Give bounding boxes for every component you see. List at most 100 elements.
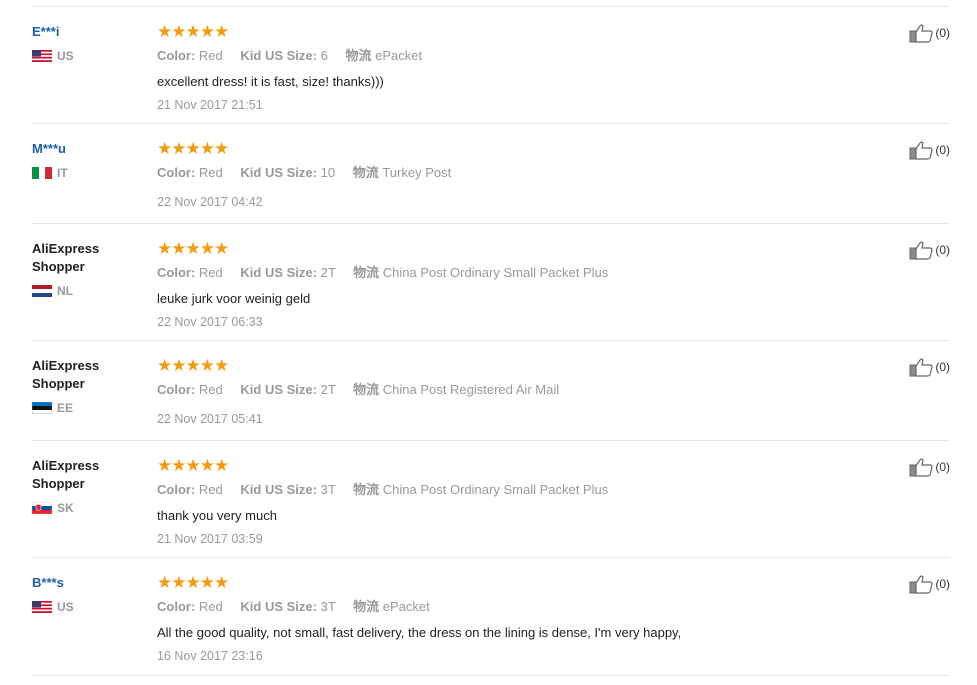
review-item: AliExpress Shopper NL ★★★★★ Color: Red K… <box>32 223 950 341</box>
reviewer-info: AliExpress Shopper NL <box>32 240 142 298</box>
review-time: 22 Nov 2017 05:41 <box>157 412 263 426</box>
shipping-value: China Post Ordinary Small Packet Plus <box>382 265 609 280</box>
us-flag-icon <box>32 50 52 62</box>
thumbs-up-icon <box>909 458 933 477</box>
order-properties: Color: Red Kid US Size: 2T 物流 China Post… <box>157 264 857 282</box>
helpful-button[interactable]: (0) <box>909 574 950 594</box>
shipping-value: ePacket <box>375 48 423 63</box>
color-label: Color: <box>157 599 196 614</box>
review-content: ★★★★★ Color: Red Kid US Size: 3T 物流 Chin… <box>157 457 857 547</box>
country-code: EE <box>57 401 74 415</box>
size-label: Kid US Size: <box>240 482 317 497</box>
logistics-label: 物流 <box>353 599 380 614</box>
reviewer-country: EE <box>32 401 142 415</box>
review-text: thank you very much <box>157 508 277 523</box>
helpful-count: (0) <box>935 360 950 374</box>
review-item: B***s US ★★★★★ Color: Red Kid US Size: 3… <box>32 557 950 676</box>
color-value: Red <box>198 265 223 280</box>
color-label: Color: <box>157 382 196 397</box>
reviewer-name: AliExpress Shopper <box>32 458 100 491</box>
helpful-count: (0) <box>935 143 950 157</box>
size-value: 2T <box>320 382 336 397</box>
thumbs-up-icon <box>909 241 933 260</box>
logistics-label: 物流 <box>353 382 380 397</box>
review-item: E***i US ★★★★★ Color: Red Kid US Size: 6… <box>32 6 950 124</box>
helpful-button[interactable]: (0) <box>909 23 950 43</box>
color-value: Red <box>198 599 223 614</box>
review-text: All the good quality, not small, fast de… <box>157 625 682 640</box>
shipping-value: China Post Ordinary Small Packet Plus <box>382 482 609 497</box>
reviewer-name: E***i <box>32 24 60 39</box>
size-label: Kid US Size: <box>240 382 317 397</box>
review-content: ★★★★★ Color: Red Kid US Size: 2T 物流 Chin… <box>157 240 857 330</box>
reviewer-name: B***s <box>32 575 64 590</box>
review-text: excellent dress! it is fast, size! thank… <box>157 74 384 89</box>
size-value: 3T <box>320 599 336 614</box>
shipping-value: China Post Registered Air Mail <box>382 382 560 397</box>
star-rating: ★★★★★ <box>157 456 229 475</box>
nl-flag-icon <box>32 285 52 297</box>
reviewer-country: US <box>32 49 142 63</box>
reviewer-info: B***s US <box>32 574 142 614</box>
review-content: ★★★★★ Color: Red Kid US Size: 2T 物流 Chin… <box>157 357 857 427</box>
helpful-count: (0) <box>935 243 950 257</box>
country-code: US <box>57 600 74 614</box>
order-properties: Color: Red Kid US Size: 3T 物流 ePacket <box>157 598 877 616</box>
logistics-label: 物流 <box>345 48 372 63</box>
color-label: Color: <box>157 265 196 280</box>
it-flag-icon <box>32 167 52 179</box>
star-rating: ★★★★★ <box>157 573 229 592</box>
review-item: AliExpress Shopper SK ★★★★★ Color: Red K… <box>32 440 950 558</box>
reviewer-info: E***i US <box>32 23 142 63</box>
shipping-value: Turkey Post <box>382 165 452 180</box>
thumbs-up-icon <box>909 575 933 594</box>
color-value: Red <box>198 165 223 180</box>
star-rating: ★★★★★ <box>157 139 229 158</box>
review-time: 22 Nov 2017 06:33 <box>157 315 263 329</box>
color-value: Red <box>198 382 223 397</box>
color-value: Red <box>198 482 223 497</box>
reviewer-name: AliExpress Shopper <box>32 358 100 391</box>
order-properties: Color: Red Kid US Size: 2T 物流 China Post… <box>157 381 857 399</box>
reviewer-info: AliExpress Shopper EE <box>32 357 142 415</box>
helpful-button[interactable]: (0) <box>909 140 950 160</box>
country-code: IT <box>57 166 68 180</box>
review-time: 16 Nov 2017 23:16 <box>157 649 263 663</box>
reviewer-info: AliExpress Shopper SK <box>32 457 142 515</box>
size-value: 2T <box>320 265 336 280</box>
review-content: ★★★★★ Color: Red Kid US Size: 6 物流 ePack… <box>157 23 857 113</box>
country-code: SK <box>57 501 74 515</box>
size-label: Kid US Size: <box>240 165 317 180</box>
size-value: 10 <box>320 165 336 180</box>
thumbs-up-icon <box>909 141 933 160</box>
sk-flag-icon <box>32 502 52 514</box>
order-properties: Color: Red Kid US Size: 3T 物流 China Post… <box>157 481 857 499</box>
review-time: 22 Nov 2017 04:42 <box>157 195 263 209</box>
helpful-button[interactable]: (0) <box>909 357 950 377</box>
reviewer-country: US <box>32 600 142 614</box>
country-code: US <box>57 49 74 63</box>
helpful-count: (0) <box>935 577 950 591</box>
reviewer-country: IT <box>32 166 142 180</box>
logistics-label: 物流 <box>352 165 379 180</box>
star-rating: ★★★★★ <box>157 239 229 258</box>
size-label: Kid US Size: <box>240 265 317 280</box>
size-label: Kid US Size: <box>240 599 317 614</box>
helpful-button[interactable]: (0) <box>909 240 950 260</box>
helpful-button[interactable]: (0) <box>909 457 950 477</box>
helpful-count: (0) <box>935 460 950 474</box>
review-item: AliExpress Shopper EE ★★★★★ Color: Red K… <box>32 340 950 441</box>
thumbs-up-icon <box>909 358 933 377</box>
ee-flag-icon <box>32 402 52 414</box>
review-content: ★★★★★ Color: Red Kid US Size: 3T 物流 ePac… <box>157 574 877 664</box>
logistics-label: 物流 <box>353 482 380 497</box>
star-rating: ★★★★★ <box>157 22 229 41</box>
country-code: NL <box>57 284 73 298</box>
color-label: Color: <box>157 48 196 63</box>
reviewer-country: SK <box>32 501 142 515</box>
size-label: Kid US Size: <box>240 48 317 63</box>
logistics-label: 物流 <box>353 265 380 280</box>
star-rating: ★★★★★ <box>157 356 229 375</box>
color-label: Color: <box>157 482 196 497</box>
color-label: Color: <box>157 165 196 180</box>
